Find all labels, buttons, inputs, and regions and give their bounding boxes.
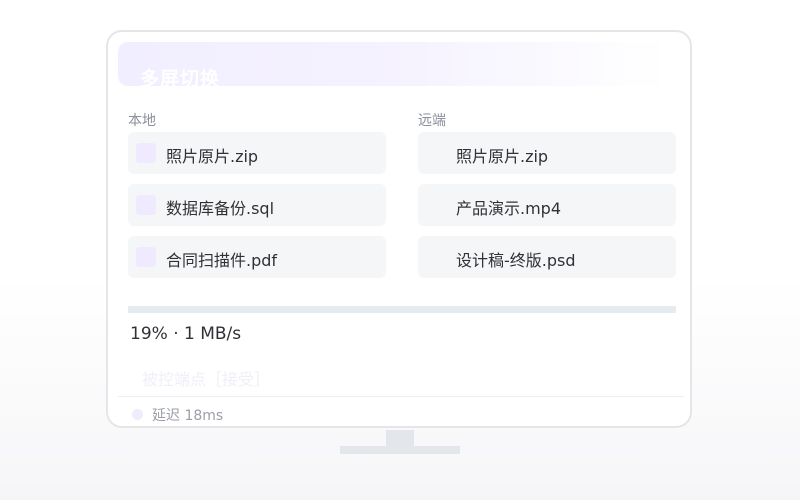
local-column-label: 本地 (128, 113, 156, 129)
local-file-item[interactable]: 合同扫描件.pdf (128, 236, 386, 278)
status-dot-icon (132, 409, 143, 420)
file-name: 照片原片.zip (456, 147, 549, 166)
remote-file-item[interactable]: 设计稿-终版.psd (418, 236, 676, 278)
file-select-checkbox[interactable] (136, 247, 156, 267)
footer-divider (118, 396, 684, 397)
file-name: 合同扫描件.pdf (166, 251, 278, 270)
file-select-checkbox[interactable] (136, 195, 156, 215)
page-title: 多屏切换 (140, 68, 221, 90)
transfer-status-text: 19% · 1 MB/s (130, 324, 242, 344)
file-name: 数据库备份.sql (166, 199, 275, 218)
remote-file-item[interactable]: 照片原片.zip (418, 132, 676, 174)
file-name: 照片原片.zip (166, 147, 259, 166)
transfer-progress-fill (128, 306, 233, 313)
remote-file-item[interactable]: 产品演示.mp4 (418, 184, 676, 226)
file-select-checkbox[interactable] (136, 143, 156, 163)
local-file-item[interactable]: 数据库备份.sql (128, 184, 386, 226)
remote-column-label: 远端 (418, 113, 446, 129)
latency-text: 延迟 18ms (152, 408, 224, 424)
monitor-stand-neck (386, 430, 414, 446)
local-file-item[interactable]: 照片原片.zip (128, 132, 386, 174)
file-name: 产品演示.mp4 (456, 199, 562, 218)
endpoint-status-text: 被控端点［接受］ (142, 370, 271, 389)
file-name: 设计稿-终版.psd (456, 251, 576, 270)
transfer-progress-bar (128, 306, 676, 313)
header-banner: 多屏切换 (118, 42, 668, 90)
monitor-stand-base (340, 446, 460, 454)
monitor-frame: 多屏切换 本地 照片原片.zip 数据库备份.sql 合同扫描件.pdf 远端 … (106, 30, 692, 428)
